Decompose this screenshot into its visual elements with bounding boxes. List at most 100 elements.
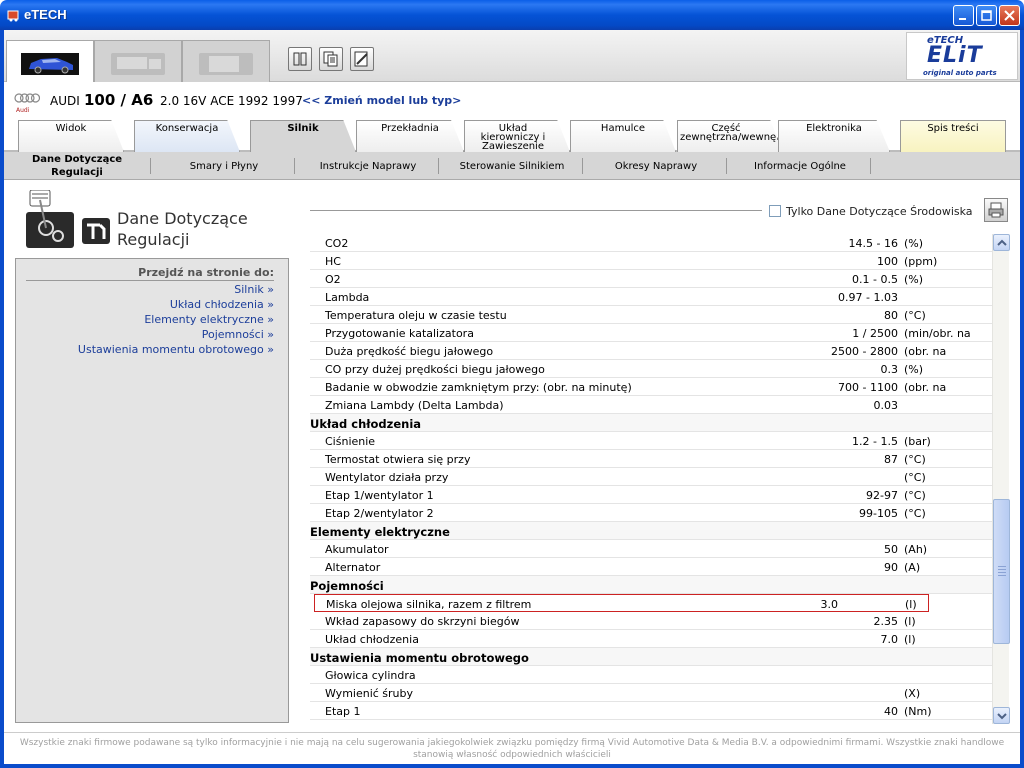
row-label: O2 <box>325 273 341 286</box>
jump-to-box: Przejdź na stronie do: Silnik » Układ ch… <box>15 258 289 723</box>
table-row: Zmiana Lambdy (Delta Lambda) 0.03 <box>310 396 992 414</box>
jump-to-title: Przejdź na stronie do: <box>138 266 274 279</box>
tab-czesc-zewnetrzna[interactable]: Część zewnętrzna/wewnętrzna <box>677 120 783 152</box>
row-label: Miska olejowa silnika, razem z filtrem <box>326 598 532 611</box>
table-row: CO przy dużej prędkości biegu jałowego 0.… <box>310 360 992 378</box>
regulation-tool-icon <box>82 218 110 244</box>
footer-disclaimer: Wszystkie znaki firmowe podawane są tylk… <box>4 732 1020 764</box>
env-data-checkbox[interactable] <box>769 205 781 217</box>
subnav-smary-i-plyny[interactable]: Smary i Płyny <box>154 152 294 180</box>
chevron-down-icon <box>997 713 1007 720</box>
table-row: Lambda 0.97 - 1.03 <box>310 288 992 306</box>
subnav-informacje-ogolne[interactable]: Informacje Ogólne <box>730 152 870 180</box>
scroll-down-button[interactable] <box>993 707 1010 724</box>
tab-silnik[interactable]: Silnik <box>250 120 356 152</box>
model-name: 100 / A6 <box>84 91 154 109</box>
row-value: 99-105 <box>859 507 898 520</box>
section-title: Dane Dotyczące Regulacji <box>117 209 248 249</box>
table-row: Wymienić śruby (X) <box>310 684 992 702</box>
row-value: 1.2 - 1.5 <box>852 435 898 448</box>
jump-link-ustawienia-momentu[interactable]: Ustawienia momentu obrotowego » <box>78 343 274 356</box>
row-label: Ciśnienie <box>325 435 376 448</box>
close-button[interactable] <box>999 5 1020 26</box>
vertical-scrollbar[interactable] <box>992 234 1010 724</box>
env-data-label: Tylko Dane Dotyczące Środowiska <box>786 205 973 218</box>
vehicle-tab-car[interactable] <box>6 40 94 82</box>
subnav-separator <box>726 158 727 174</box>
vehicle-tab-van[interactable] <box>182 40 270 82</box>
table-row: Duża prędkość biegu jałowego 2500 - 2800 (… <box>310 342 992 360</box>
scroll-grip <box>998 566 1006 578</box>
tab-widok[interactable]: Widok <box>18 120 124 152</box>
tab-uklad-kierowniczy[interactable]: Układ kierowniczy i Zawieszenie <box>464 120 570 152</box>
audi-rings-icon <box>14 93 40 103</box>
jump-divider <box>26 280 274 281</box>
row-value: 0.3 <box>880 363 899 376</box>
tab-konserwacja[interactable]: Konserwacja <box>134 120 240 152</box>
row-value: 0.1 - 0.5 <box>852 273 898 286</box>
subnav-sterowanie-silnikiem[interactable]: Sterowanie Silnikiem <box>442 152 582 180</box>
row-unit: (°C) <box>904 471 926 484</box>
table-row: Miska olejowa silnika, razem z filtrem 3.… <box>314 594 929 612</box>
tab-hamulce[interactable]: Hamulce <box>570 120 676 152</box>
minimize-button[interactable] <box>953 5 974 26</box>
main-tabs: Widok Konserwacja Silnik Przekładnia Ukł… <box>4 120 1020 152</box>
table-row: Wentylator działa przy (°C) <box>310 468 992 486</box>
subnav-dane-dotyczace-regulacji[interactable]: Dane Dotyczące Regulacji <box>16 152 138 180</box>
tool-book-button[interactable] <box>288 47 312 71</box>
table-row: Etap 2/wentylator 2 99-105 (°C) <box>310 504 992 522</box>
row-label: Przygotowanie katalizatora <box>325 327 474 340</box>
subnav-okresy-naprawy[interactable]: Okresy Naprawy <box>586 152 726 180</box>
subnav-instrukcje-naprawy[interactable]: Instrukcje Naprawy <box>298 152 438 180</box>
row-value: 50 <box>884 543 898 556</box>
row-label: Alternator <box>325 561 381 574</box>
row-value: 2.35 <box>873 615 899 628</box>
row-value: 1 / 2500 <box>852 327 898 340</box>
row-unit: (%) <box>904 237 924 250</box>
row-unit: (°C) <box>904 489 926 502</box>
print-button[interactable] <box>984 198 1008 222</box>
row-value: 7.0 <box>880 633 899 646</box>
row-label: Ustawienia momentu obrotowego <box>310 651 529 665</box>
vehicle-tab-truck[interactable] <box>94 40 182 82</box>
maximize-button[interactable] <box>976 5 997 26</box>
row-unit: (°C) <box>904 507 926 520</box>
row-unit: (°C) <box>904 309 926 322</box>
row-unit: (l) <box>905 598 917 611</box>
jump-link-uklad-chlodzenia[interactable]: Układ chłodzenia » <box>170 298 274 311</box>
row-value: 3.0 <box>820 598 839 611</box>
etech-app-icon <box>7 10 19 22</box>
right-panel: Tylko Dane Dotyczące Środowiska CO2 14.5 … <box>304 180 1020 730</box>
row-value: 100 <box>877 255 898 268</box>
row-unit: (X) <box>904 687 921 700</box>
scroll-thumb[interactable] <box>993 499 1010 644</box>
tab-przekladnia[interactable]: Przekładnia <box>356 120 464 152</box>
row-label: Pojemności <box>310 579 384 593</box>
toolbar: eTECH ELiT original auto parts <box>4 30 1020 82</box>
row-value: 0.03 <box>873 399 899 412</box>
row-label: Termostat otwiera się przy <box>325 453 471 466</box>
tab-spis-tresci[interactable]: Spis treści <box>900 120 1006 152</box>
tool-edit-icon <box>354 51 368 67</box>
brand-logo-text: Audi <box>16 107 30 114</box>
row-unit: (l) <box>904 633 916 646</box>
row-unit: (%) <box>904 363 924 376</box>
scroll-up-button[interactable] <box>993 234 1010 251</box>
row-unit: (%) <box>904 273 924 286</box>
table-row: Temperatura oleju w czasie testu 80 (°C) <box>310 306 992 324</box>
tool-edit-button[interactable] <box>350 47 374 71</box>
truck-icon <box>111 53 165 75</box>
change-model-link[interactable]: << Zmień model lub typ> <box>302 94 461 107</box>
row-label: Głowica cylindra <box>325 669 416 682</box>
tool-copy-button[interactable] <box>319 47 343 71</box>
jump-link-pojemnosci[interactable]: Pojemności » <box>202 328 274 341</box>
adjustment-data-table: CO2 14.5 - 16 (%) HC 100 (ppm) O2 0.1 - 0.5 (%) L… <box>310 234 992 723</box>
row-value: 700 - 1100 <box>838 381 898 394</box>
table-section-header: Elementy elektryczne <box>310 522 992 540</box>
row-unit: (ppm) <box>904 255 938 268</box>
row-label: Etap 2/wentylator 2 <box>325 507 434 520</box>
jump-link-elementy-elektryczne[interactable]: Elementy elektryczne » <box>144 313 274 326</box>
jump-link-silnik[interactable]: Silnik » <box>234 283 274 296</box>
tab-elektronika[interactable]: Elektronika <box>778 120 890 152</box>
row-label: Wymienić śruby <box>325 687 414 700</box>
